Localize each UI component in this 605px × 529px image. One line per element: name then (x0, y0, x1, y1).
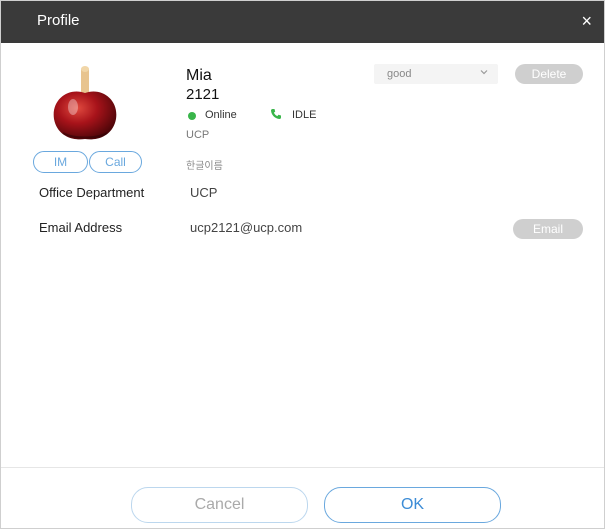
phone-status: IDLE (292, 109, 317, 121)
group-select-value: good (387, 68, 412, 80)
chevron-down-icon (480, 70, 488, 75)
delete-button[interactable]: Delete (515, 64, 583, 84)
profile-name: Mia (186, 67, 212, 84)
profile-dialog: Profile × Mia 2121 Online IDLE UCP 한글이름 … (0, 0, 605, 529)
footer-divider (1, 467, 604, 468)
close-icon[interactable]: × (581, 10, 592, 32)
profile-korean-name: 한글이름 (186, 161, 223, 172)
title-bar: Profile × (1, 1, 604, 43)
im-button[interactable]: IM (33, 151, 88, 173)
email-label: Email Address (39, 220, 123, 235)
online-status-dot (188, 112, 196, 120)
email-value: ucp2121@ucp.com (190, 220, 303, 235)
profile-extension: 2121 (186, 86, 220, 103)
cancel-button[interactable]: Cancel (131, 487, 308, 523)
department-value: UCP (190, 185, 218, 200)
ok-button[interactable]: OK (324, 487, 501, 523)
group-select[interactable]: good (374, 64, 498, 84)
dialog-title: Profile (37, 12, 80, 29)
call-button[interactable]: Call (89, 151, 142, 173)
online-status: Online (205, 109, 237, 121)
department-label: Office Department (39, 185, 145, 200)
profile-org: UCP (186, 129, 210, 141)
phone-icon (271, 109, 281, 119)
avatar (53, 66, 117, 140)
email-button[interactable]: Email (513, 219, 583, 239)
